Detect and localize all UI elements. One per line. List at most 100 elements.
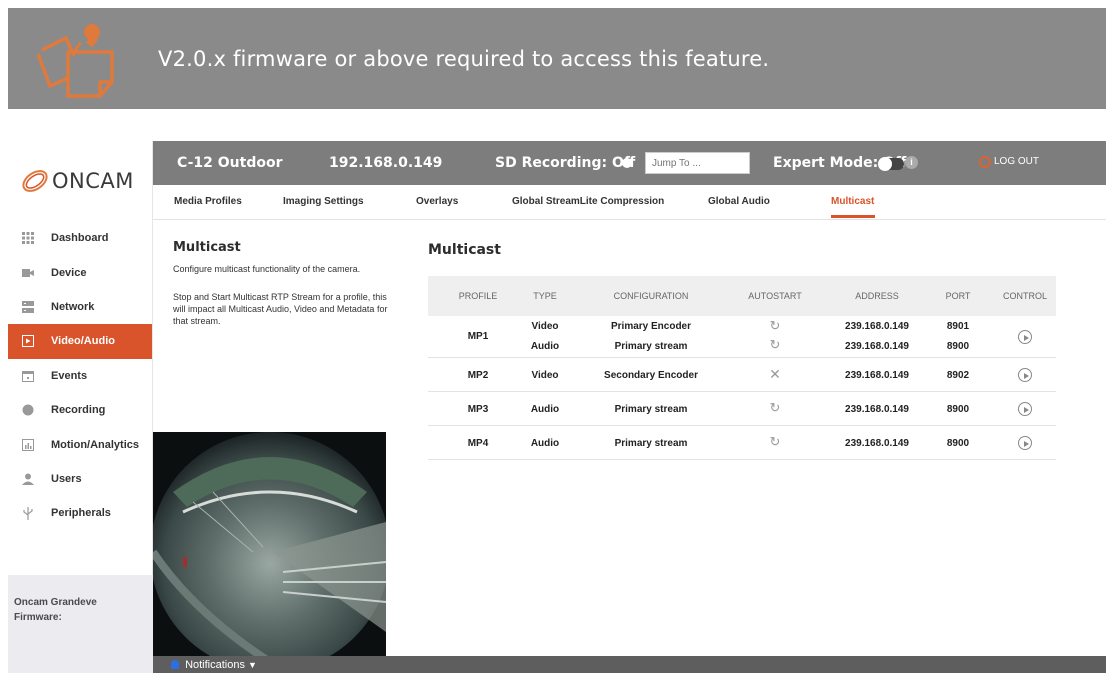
profile-cell: MP4 — [467, 438, 489, 449]
logo-swoosh-icon — [22, 170, 48, 192]
tab-global-streamlite-compression[interactable]: Global StreamLite Compression — [512, 196, 664, 207]
video-icon — [22, 335, 34, 348]
sidebar-item-motion-analytics[interactable]: Motion/Analytics — [8, 427, 152, 461]
play-stream-button[interactable] — [1018, 368, 1032, 382]
tab-global-audio[interactable]: Global Audio — [708, 196, 770, 207]
play-stream-button[interactable] — [1018, 402, 1032, 416]
info-details: Stop and Start Multicast RTP Stream for … — [173, 292, 388, 326]
sidebar-item-device[interactable]: Device — [8, 255, 152, 289]
configuration-cell: Primary Encoder — [610, 321, 692, 332]
play-stream-button[interactable] — [1018, 330, 1032, 344]
col-control: CONTROL — [1002, 291, 1048, 301]
configuration-cell: Primary stream — [614, 404, 688, 415]
x-icon[interactable]: ✕ — [769, 366, 781, 383]
camera-icon — [22, 267, 34, 279]
multicast-table: PROFILE TYPE CONFIGURATION AUTOSTART ADD… — [428, 276, 1056, 460]
profile-cell: MP2 — [467, 370, 489, 381]
port-cell: 8901 — [946, 321, 970, 332]
col-configuration: CONFIGURATION — [613, 291, 689, 301]
sidebar-item-users[interactable]: Users — [8, 462, 152, 496]
table-row: MP3 Audio Primary stream ↻ 239.168.0.149… — [428, 392, 1056, 426]
camera-ip: 192.168.0.149 — [329, 155, 443, 171]
sidebar: ONCAM Dashboard Device Network Video/Aud… — [8, 141, 153, 673]
network-icon — [22, 300, 34, 313]
sidebar-item-label: Motion/Analytics — [51, 438, 140, 451]
sd-recording-status: SD Recording: Off — [495, 155, 636, 171]
col-address: ADDRESS — [855, 291, 899, 301]
port-cell: 8900 — [946, 438, 970, 449]
profile-cell: MP1 — [467, 331, 489, 342]
sidebar-item-label: Device — [51, 266, 87, 279]
grid-icon — [22, 232, 34, 245]
sidebar-item-dashboard[interactable]: Dashboard — [8, 221, 152, 255]
type-cell: Audio — [530, 341, 560, 352]
sidebar-item-label: Network — [51, 300, 95, 313]
firmware-label: Firmware: — [14, 612, 62, 623]
address-cell: 239.168.0.149 — [845, 404, 909, 415]
active-tab-indicator — [831, 215, 875, 218]
notifications-bar[interactable]: Notifications ▼ — [153, 656, 1106, 673]
sticky-note-icon — [8, 8, 118, 109]
info-icon[interactable]: i — [905, 156, 918, 169]
type-cell: Audio — [530, 404, 560, 415]
sidebar-item-peripherals[interactable]: Peripherals — [8, 496, 152, 530]
sidebar-item-network[interactable]: Network — [8, 290, 152, 324]
firmware-banner: V2.0.x firmware or above required to acc… — [8, 8, 1106, 109]
sidebar-item-label: Video/Audio — [51, 335, 115, 348]
sidebar-item-video-audio[interactable]: Video/Audio — [8, 324, 152, 359]
sync-icon[interactable]: ↻ — [770, 337, 781, 353]
table-row: MP2 Video Secondary Encoder ✕ 239.168.0.… — [428, 358, 1056, 392]
configuration-cell: Primary stream — [614, 438, 688, 449]
info-title: Multicast — [173, 240, 241, 255]
tab-overlays[interactable]: Overlays — [416, 196, 458, 207]
play-stream-button[interactable] — [1018, 436, 1032, 450]
type-cell: Audio — [530, 438, 560, 449]
table-row: MP1 Video Primary Encoder ↻ 239.168.0.14… — [428, 316, 1056, 358]
multicast-info-panel: Multicast Configure multicast functional… — [173, 240, 398, 327]
sd-status-dot — [622, 158, 632, 168]
sidebar-item-recording[interactable]: Recording — [8, 393, 152, 427]
camera-name: C-12 Outdoor — [177, 155, 283, 171]
port-cell: 8900 — [946, 404, 970, 415]
calendar-icon — [22, 370, 34, 382]
configuration-cell: Secondary Encoder — [604, 370, 698, 381]
col-autostart: AUTOSTART — [748, 291, 802, 301]
logo-text: ONCAM — [52, 169, 134, 193]
logout-button[interactable]: LOG OUT — [994, 156, 1039, 167]
tab-media-profiles[interactable]: Media Profiles — [174, 196, 242, 207]
sidebar-item-events[interactable]: Events — [8, 359, 152, 393]
camera-preview — [153, 432, 386, 656]
sidebar-item-label: Events — [51, 369, 88, 382]
sync-icon[interactable]: ↻ — [770, 434, 781, 450]
tab-imaging-settings[interactable]: Imaging Settings — [283, 196, 364, 207]
jump-to-input[interactable] — [645, 152, 750, 174]
sidebar-item-label: Users — [51, 472, 82, 485]
sidebar-item-label: Recording — [51, 404, 106, 417]
address-cell: 239.168.0.149 — [845, 341, 909, 352]
top-bar: C-12 Outdoor 192.168.0.149 SD Recording:… — [153, 141, 1106, 185]
notifications-label: Notifications — [185, 659, 245, 671]
app-window: ONCAM Dashboard Device Network Video/Aud… — [8, 141, 1106, 673]
port-cell: 8902 — [946, 370, 970, 381]
sync-icon[interactable]: ↻ — [770, 400, 781, 416]
sidebar-item-label: Dashboard — [51, 232, 109, 245]
expert-mode-toggle[interactable] — [878, 157, 904, 171]
tab-multicast[interactable]: Multicast — [831, 196, 874, 207]
address-cell: 239.168.0.149 — [845, 370, 909, 381]
col-profile: PROFILE — [458, 291, 498, 301]
usb-icon — [22, 506, 34, 520]
user-icon — [22, 473, 34, 485]
address-cell: 239.168.0.149 — [845, 438, 909, 449]
product-name: Oncam Grandeve — [14, 597, 97, 608]
power-icon — [979, 156, 991, 168]
sync-icon[interactable]: ↻ — [770, 318, 781, 334]
info-description: Configure multicast functionality of the… — [173, 264, 361, 274]
bell-icon — [171, 660, 179, 669]
configuration-cell: Primary stream — [614, 341, 688, 352]
chart-icon — [22, 438, 34, 451]
col-port: PORT — [945, 291, 971, 301]
device-info-footer: Oncam Grandeve Firmware: — [8, 575, 153, 673]
type-cell: Video — [531, 321, 559, 332]
address-cell: 239.168.0.149 — [845, 321, 909, 332]
type-cell: Video — [531, 370, 559, 381]
